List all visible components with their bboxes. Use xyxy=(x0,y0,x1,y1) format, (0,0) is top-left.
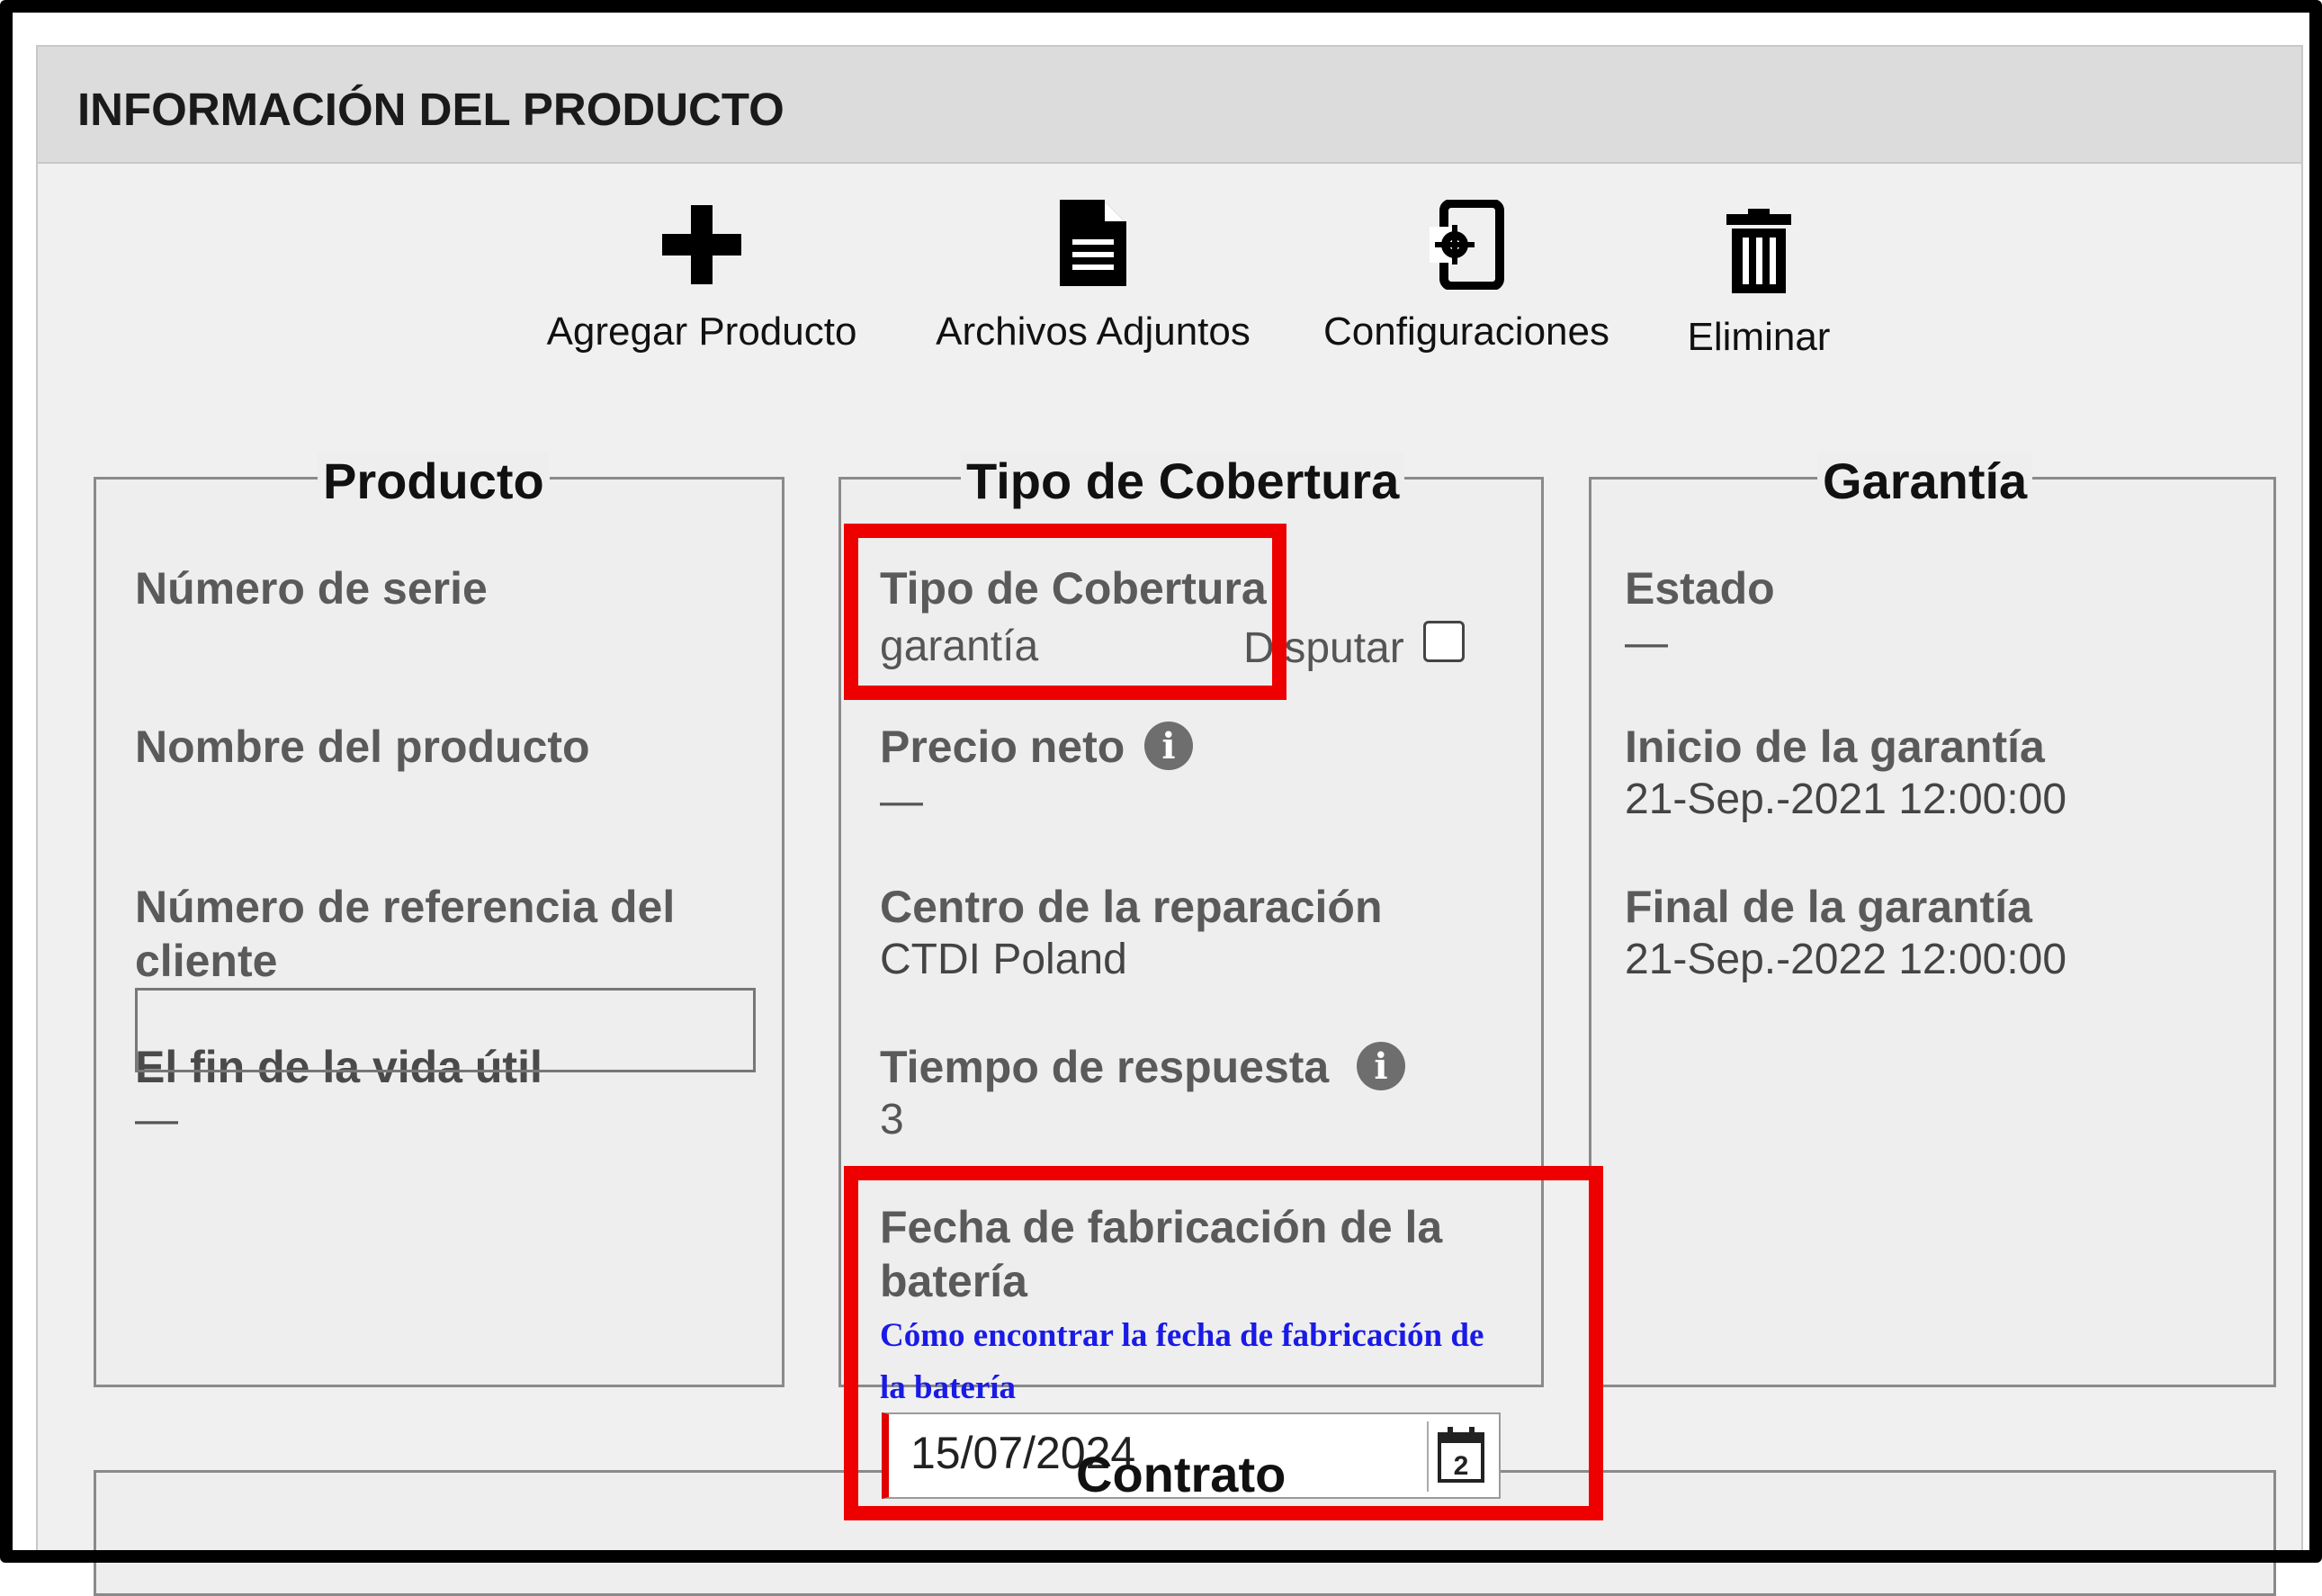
warranty-end-label: Final de la garantía xyxy=(1625,882,2032,932)
coverage-group-title: Tipo de Cobertura xyxy=(961,452,1405,510)
settings-label: Configuraciones xyxy=(1323,309,1609,354)
net-price-value: — xyxy=(880,777,923,825)
panel-title: INFORMACIÓN DEL PRODUCTO xyxy=(77,84,784,135)
response-time-value: 3 xyxy=(880,1096,904,1143)
delete-label: Eliminar xyxy=(1687,315,1831,359)
end-of-life-value: — xyxy=(135,1096,178,1143)
net-price-label: Precio neto xyxy=(880,722,1125,772)
serial-number-label: Número de serie xyxy=(135,563,488,614)
warranty-group-title: Garantía xyxy=(1817,452,2033,510)
response-time-info-icon[interactable]: i xyxy=(1357,1042,1405,1090)
settings-button[interactable]: Configuraciones xyxy=(1313,200,1619,354)
customer-ref-label: Número de referencia del cliente xyxy=(135,880,675,988)
repair-center-label: Centro de la reparación xyxy=(880,882,1383,932)
attachments-label: Archivos Adjuntos xyxy=(936,309,1251,354)
warranty-status-label: Estado xyxy=(1625,563,1775,614)
warranty-end-value: 21-Sep.-2022 12:00:00 xyxy=(1625,936,2067,983)
plus-icon xyxy=(662,205,741,284)
dispute-checkbox[interactable] xyxy=(1423,621,1465,662)
customer-ref-label-line1: Número de referencia del xyxy=(135,882,676,932)
product-group-title: Producto xyxy=(318,452,550,510)
device-settings-icon xyxy=(1430,200,1504,290)
highlight-battery-date xyxy=(844,1166,1603,1520)
warranty-start-label: Inicio de la garantía xyxy=(1625,722,2045,772)
response-time-label: Tiempo de respuesta xyxy=(880,1042,1330,1092)
add-product-label: Agregar Producto xyxy=(546,309,857,354)
attachments-button[interactable]: Archivos Adjuntos xyxy=(918,196,1269,354)
repair-center-value: CTDI Poland xyxy=(880,936,1127,983)
customer-ref-label-line2: cliente xyxy=(135,936,278,986)
add-product-button[interactable]: Agregar Producto xyxy=(531,200,873,354)
trash-icon xyxy=(1726,209,1791,293)
highlight-coverage-type xyxy=(844,524,1287,700)
warranty-status-value: — xyxy=(1625,619,1668,667)
document-icon xyxy=(1060,200,1126,286)
product-name-label: Nombre del producto xyxy=(135,722,590,772)
customer-ref-input[interactable] xyxy=(135,988,756,1072)
warranty-start-value: 21-Sep.-2021 12:00:00 xyxy=(1625,776,2067,823)
net-price-info-icon[interactable]: i xyxy=(1144,722,1193,770)
delete-button[interactable]: Eliminar xyxy=(1664,209,1853,360)
